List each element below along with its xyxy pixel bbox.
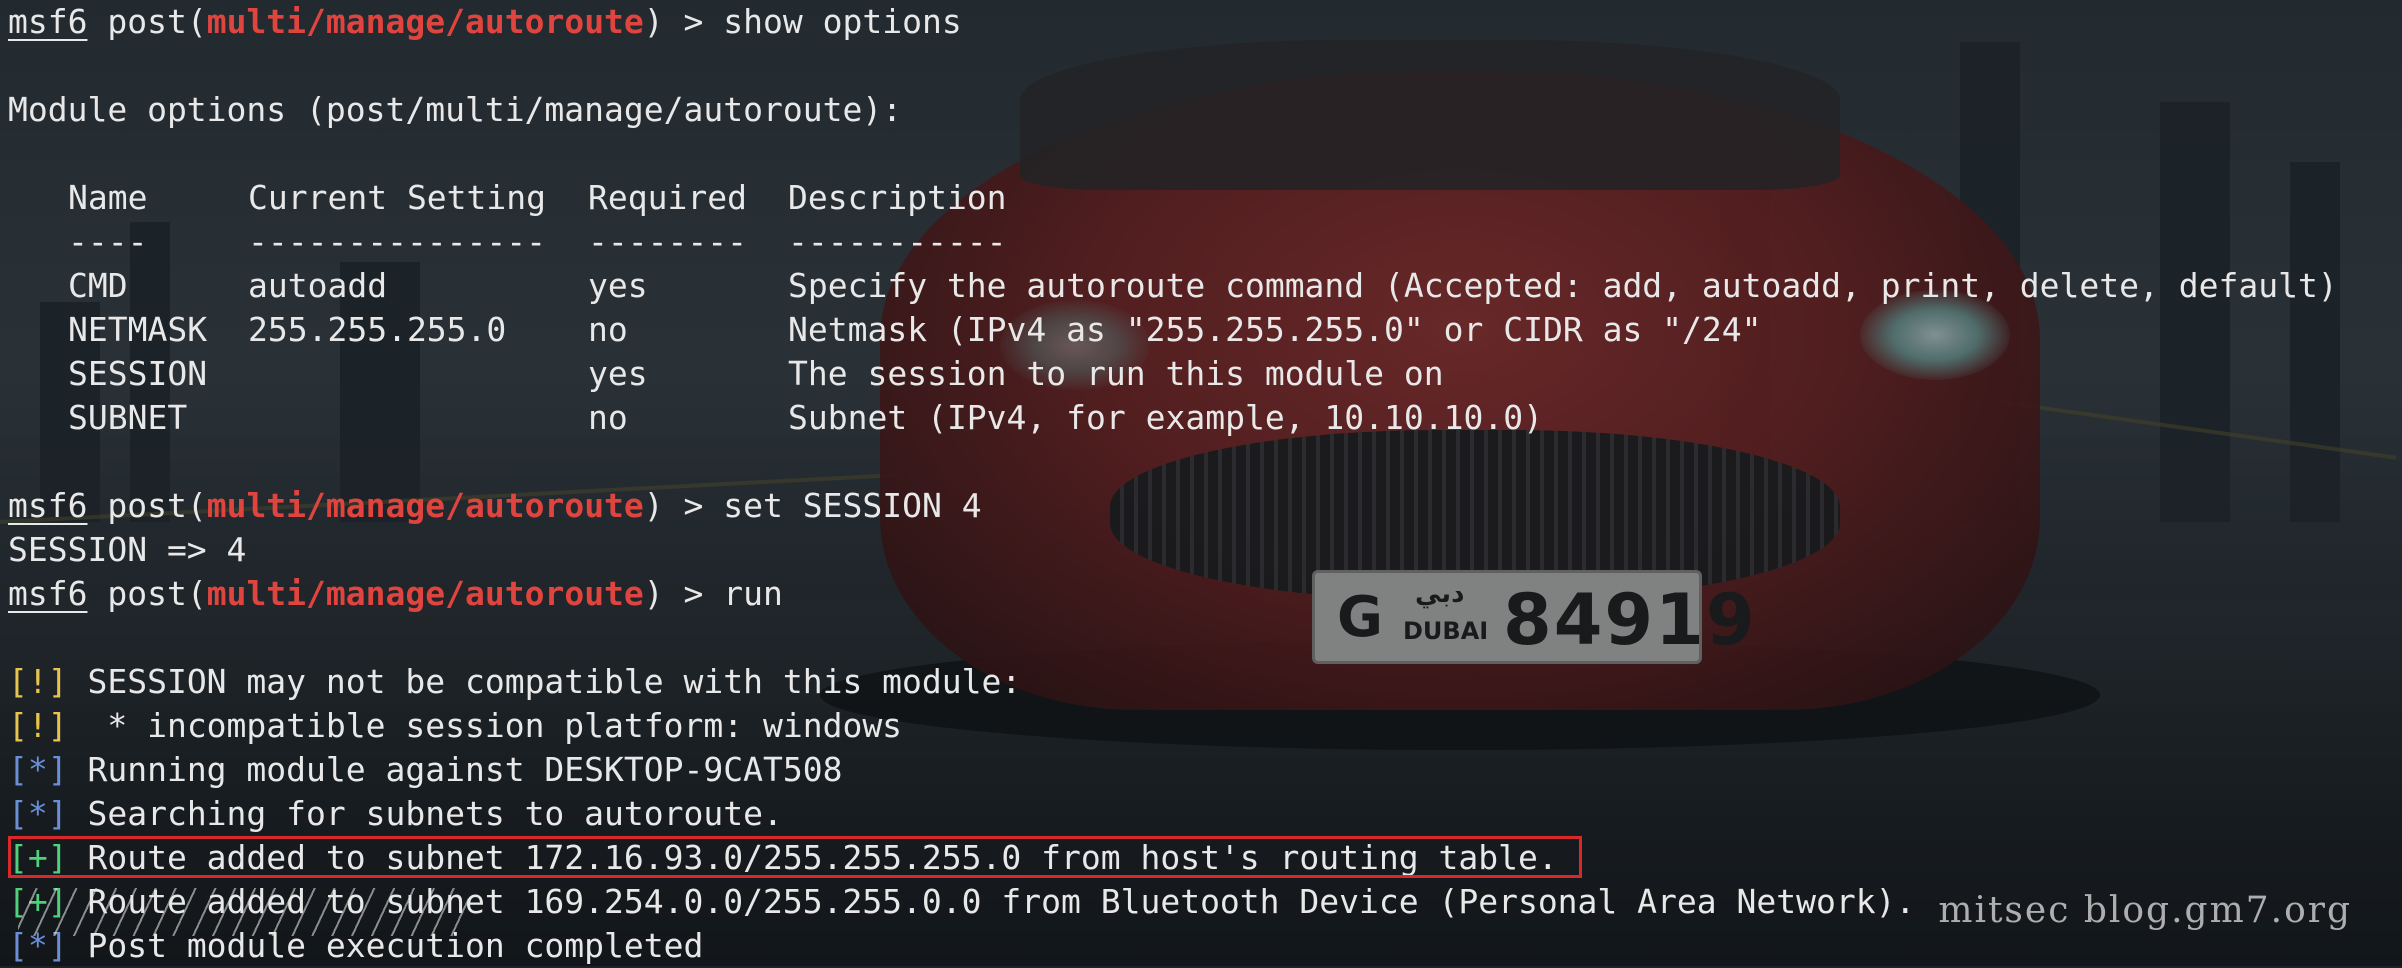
output-text: SESSION may not be compatible with this … [67, 662, 1022, 701]
set-result: SESSION => 4 [8, 530, 247, 569]
col-underline: -------- [588, 222, 747, 261]
terminal-output[interactable]: msf6 post(multi/manage/autoroute) > show… [8, 0, 2398, 968]
module-options-header: Module options (post/multi/manage/autoro… [8, 90, 903, 129]
col-header-current-setting: Current Setting [248, 178, 547, 217]
option-description: Netmask (IPv4 as "255.255.255.0" or CIDR… [788, 310, 1762, 349]
command-text: run [723, 574, 783, 613]
watermark: mitsec blog.gm7.org [1938, 890, 2352, 931]
prompt-post: post( [87, 2, 207, 41]
option-required: no [588, 310, 628, 349]
col-header-required: Required [588, 178, 747, 217]
prompt-module: multi/manage/autoroute [206, 574, 644, 613]
output-line: [*] Searching for subnets to autoroute. [8, 792, 2398, 836]
prompt-msf: msf6 [8, 486, 88, 525]
col-header-description: Description [788, 178, 1007, 217]
col-header-name: Name [68, 178, 148, 217]
prompt-msf: msf6 [8, 2, 88, 41]
col-underline: --------------- [248, 222, 547, 261]
option-description: Specify the autoroute command (Accepted:… [788, 266, 2338, 305]
option-current-setting: autoadd [248, 266, 388, 305]
output-line: [*] Running module against DESKTOP-9CAT5… [8, 748, 2398, 792]
option-name: SESSION [68, 354, 208, 393]
table-row: CMD autoadd yes Specify the autoroute comma… [8, 264, 2398, 308]
option-required: no [588, 398, 628, 437]
prompt-module: multi/manage/autoroute [206, 2, 644, 41]
option-name: CMD [68, 266, 128, 305]
prompt-module: multi/manage/autoroute [206, 486, 644, 525]
output-line: [!] * incompatible session platform: win… [8, 704, 2398, 748]
option-name: SUBNET [68, 398, 188, 437]
warning-tag: [!] [8, 662, 68, 701]
command-text: show options [723, 2, 962, 41]
output-line: [!] SESSION may not be compatible with t… [8, 660, 2398, 704]
table-row: NETMASK 255.255.255.0 no Netmask (IPv4 as "… [8, 308, 2398, 352]
prompt-post: post( [87, 486, 207, 525]
options-table-underline: ---- --------------- -------- ----------- [8, 220, 2398, 264]
redaction-scribble [18, 888, 468, 936]
info-tag: [*] [8, 794, 68, 833]
table-row: SUBNET no Subnet (IPv4, for example, 10.10… [8, 396, 2398, 440]
option-description: Subnet (IPv4, for example, 10.10.10.0) [788, 398, 1543, 437]
option-name: NETMASK [68, 310, 208, 349]
prompt-post: post( [87, 574, 207, 613]
output-text: Running module against DESKTOP-9CAT508 [67, 750, 843, 789]
prompt-close: ) > [643, 2, 724, 41]
col-underline: ----------- [788, 222, 1007, 261]
highlight-box [8, 836, 1582, 878]
prompt-line: msf6 post(multi/manage/autoroute) > run [8, 572, 2398, 616]
option-required: yes [588, 266, 648, 305]
prompt-line: msf6 post(multi/manage/autoroute) > set … [8, 484, 2398, 528]
warning-tag: [!] [8, 706, 68, 745]
prompt-close: ) > [643, 574, 724, 613]
option-current-setting: 255.255.255.0 [248, 310, 507, 349]
prompt-line: msf6 post(multi/manage/autoroute) > show… [8, 0, 2398, 44]
table-row: SESSION yes The session to run this module… [8, 352, 2398, 396]
options-table-header: Name Current Setting Required Description [8, 176, 2398, 220]
output-text: Searching for subnets to autoroute. [67, 794, 783, 833]
command-text: set SESSION 4 [723, 486, 982, 525]
info-tag: [*] [8, 750, 68, 789]
prompt-msf: msf6 [8, 574, 88, 613]
prompt-close: ) > [643, 486, 724, 525]
option-required: yes [588, 354, 648, 393]
col-underline: ---- [68, 222, 148, 261]
output-text: * incompatible session platform: windows [67, 706, 903, 745]
option-description: The session to run this module on [788, 354, 1444, 393]
